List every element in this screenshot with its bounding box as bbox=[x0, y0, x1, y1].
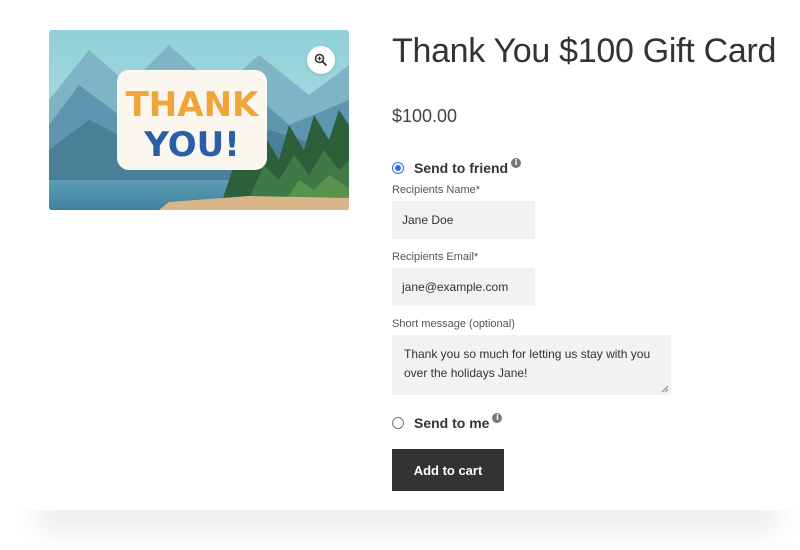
recipient-name-input[interactable]: Jane Doe bbox=[392, 201, 535, 239]
product-title: Thank You $100 Gift Card bbox=[392, 32, 777, 70]
product-page: THANK YOU! Thank You $100 Gift Card $100… bbox=[0, 0, 800, 510]
send-to-friend-option[interactable]: Send to friend i bbox=[392, 158, 522, 176]
send-to-friend-label[interactable]: Send to friend bbox=[414, 160, 508, 176]
gift-card-illustration: THANK YOU! bbox=[49, 30, 349, 210]
short-message-label: Short message (optional) bbox=[392, 318, 515, 330]
send-to-me-label[interactable]: Send to me bbox=[414, 415, 489, 431]
add-to-cart-button[interactable]: Add to cart bbox=[392, 449, 504, 491]
short-message-textarea[interactable]: Thank you so much for letting us stay wi… bbox=[392, 335, 671, 395]
send-to-me-option[interactable]: Send to me i bbox=[392, 413, 503, 431]
info-icon[interactable]: i bbox=[492, 413, 503, 423]
short-message-text: Thank you so much for letting us stay wi… bbox=[404, 347, 651, 380]
send-to-me-radio[interactable] bbox=[392, 417, 404, 429]
zoom-in-icon bbox=[314, 53, 328, 67]
zoom-button[interactable] bbox=[307, 46, 335, 74]
product-price: $100.00 bbox=[392, 106, 458, 126]
recipient-name-label: Recipients Name* bbox=[392, 184, 481, 196]
thank-lettering: THANK bbox=[126, 85, 260, 125]
send-to-friend-radio[interactable] bbox=[392, 162, 404, 174]
resize-handle-icon[interactable] bbox=[661, 385, 669, 393]
info-icon[interactable]: i bbox=[511, 158, 522, 168]
you-lettering: YOU! bbox=[143, 125, 239, 165]
recipient-email-label: Recipients Email* bbox=[392, 251, 479, 263]
product-image[interactable]: THANK YOU! bbox=[49, 30, 349, 210]
recipient-email-input[interactable]: jane@example.com bbox=[392, 268, 535, 306]
